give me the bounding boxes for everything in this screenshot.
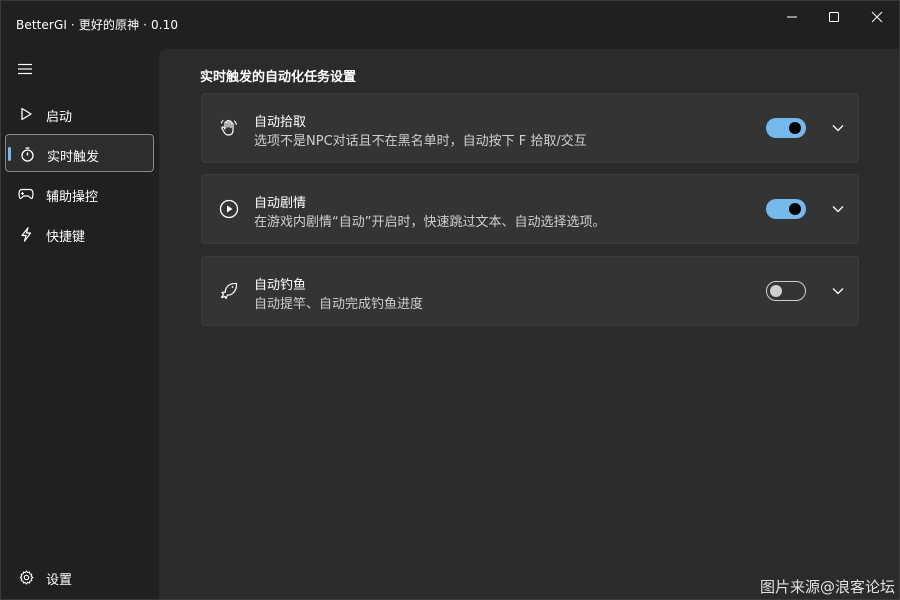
minimize-button[interactable] xyxy=(769,1,815,33)
hand-wave-icon xyxy=(218,117,240,139)
watermark: 图片来源@浪客论坛 xyxy=(759,578,895,596)
card-title: 自动拾取 xyxy=(254,115,307,130)
sidebar-item-label: 设置 xyxy=(46,573,73,588)
app-window: BetterGI · 更好的原神 · 0.10 启动 实时触发 辅助操控 快捷键… xyxy=(0,0,900,600)
card-title: 自动钓鱼 xyxy=(254,278,307,293)
settings-card-auto-dialogue[interactable]: 自动剧情 在游戏内剧情“自动”开启时，快速跳过文本、自动选择选项。 xyxy=(201,174,859,244)
card-description: 在游戏内剧情“自动”开启时，快速跳过文本、自动选择选项。 xyxy=(254,215,606,230)
settings-card-auto-fishing[interactable]: 自动钓鱼 自动提竿、自动完成钓鱼进度 xyxy=(201,256,859,326)
page-title: 实时触发的自动化任务设置 xyxy=(200,70,357,85)
main-content: 实时触发的自动化任务设置 自动拾取 选项不是NPC对话且不在黑名单时，自动按下 … xyxy=(159,49,899,599)
sidebar-item-hotkeys[interactable]: 快捷键 xyxy=(5,215,154,253)
play-outline-icon xyxy=(18,106,34,122)
play-circle-icon xyxy=(218,198,240,220)
gear-icon xyxy=(18,569,34,585)
sidebar-item-label: 启动 xyxy=(46,110,73,125)
gamepad-icon xyxy=(18,186,34,202)
auto-fishing-toggle[interactable] xyxy=(766,281,806,301)
hamburger-icon xyxy=(18,63,32,75)
settings-card-auto-pickup[interactable]: 自动拾取 选项不是NPC对话且不在黑名单时，自动按下 F 拾取/交互 xyxy=(201,93,859,163)
chevron-down-icon[interactable] xyxy=(830,283,846,299)
sidebar-item-label: 实时触发 xyxy=(47,150,100,165)
sidebar-item-realtime-trigger[interactable]: 实时触发 xyxy=(5,134,154,172)
maximize-button[interactable] xyxy=(811,1,857,33)
menu-toggle-button[interactable] xyxy=(13,57,37,81)
maximize-icon xyxy=(829,12,839,22)
toggle-knob xyxy=(770,285,782,297)
card-description: 选项不是NPC对话且不在黑名单时，自动按下 F 拾取/交互 xyxy=(254,134,587,149)
window-title: BetterGI · 更好的原神 · 0.10 xyxy=(16,18,179,32)
chevron-down-icon[interactable] xyxy=(830,120,846,136)
card-description: 自动提竿、自动完成钓鱼进度 xyxy=(254,297,424,312)
sidebar-item-label: 辅助操控 xyxy=(46,190,99,205)
minimize-icon xyxy=(787,16,797,18)
sidebar-item-label: 快捷键 xyxy=(46,230,86,245)
timer-icon xyxy=(19,146,35,162)
sidebar-item-settings[interactable]: 设置 xyxy=(5,558,154,596)
flash-icon xyxy=(18,226,34,242)
active-indicator xyxy=(8,147,11,161)
sidebar-item-assist-control[interactable]: 辅助操控 xyxy=(5,175,154,213)
card-title: 自动剧情 xyxy=(254,196,307,211)
toggle-knob xyxy=(789,122,801,134)
title-bar[interactable]: BetterGI · 更好的原神 · 0.10 xyxy=(1,1,899,47)
auto-dialogue-toggle[interactable] xyxy=(766,199,806,219)
sidebar-item-launch[interactable]: 启动 xyxy=(5,95,154,133)
auto-pickup-toggle[interactable] xyxy=(766,118,806,138)
close-icon xyxy=(871,11,883,23)
toggle-knob xyxy=(789,203,801,215)
fish-icon xyxy=(218,280,240,302)
chevron-down-icon[interactable] xyxy=(830,201,846,217)
sidebar-nav: 启动 实时触发 辅助操控 快捷键 设置 xyxy=(1,47,159,599)
close-button[interactable] xyxy=(854,1,899,33)
